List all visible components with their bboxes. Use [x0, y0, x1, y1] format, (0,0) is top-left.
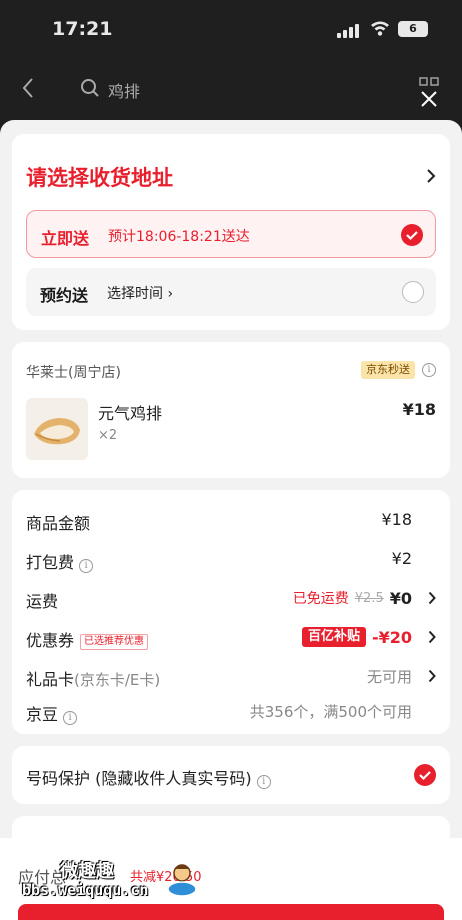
- choose-time-link[interactable]: 选择时间 ›: [107, 283, 173, 303]
- beans-label: 京豆: [26, 705, 59, 724]
- clock: 17:21: [52, 18, 113, 40]
- giftcard-value: 无可用: [366, 668, 412, 686]
- chevron-right-icon[interactable]: [428, 669, 436, 683]
- watermark-text: 微趣趣: [60, 861, 114, 882]
- status-bar: 17:21 6: [0, 0, 462, 60]
- delivery-badge: 京东秒送: [361, 361, 415, 379]
- packing-label: 打包费: [26, 553, 75, 572]
- coupon-row[interactable]: 优惠券 已选推荐优惠 百亿补贴 -¥20: [26, 625, 436, 650]
- instant-eta: 预计18:06-18:21送达: [108, 229, 250, 245]
- fee-card: 商品金额 ¥18 打包费 i ¥2 运费 已免运费 ¥2.5 ¥0 优惠券 已选推…: [12, 490, 450, 734]
- signal-icon: [337, 24, 359, 38]
- subsidy-badge: 百亿补贴: [301, 627, 366, 647]
- original-shipping: ¥2.5: [354, 590, 384, 606]
- wifi-icon: [371, 21, 389, 36]
- goods-label: 商品金额: [26, 514, 91, 533]
- shop-name: 华莱士(周宁店): [26, 365, 121, 381]
- coupon-value: -¥20: [371, 627, 412, 647]
- back-icon: [22, 78, 33, 98]
- shop-card: 华莱士(周宁店) 京东秒送 i 元气鸡排 ×2 ¥18: [12, 342, 450, 478]
- giftcard-label: 礼品卡: [26, 670, 75, 689]
- checkout-sheet: 请选择收货地址 立即送 预计18:06-18:21送达 预约送 选择时间 › 华…: [0, 120, 462, 920]
- chevron-right-icon[interactable]: [426, 168, 436, 184]
- info-icon[interactable]: i: [256, 775, 271, 789]
- giftcard-row[interactable]: 礼品卡(京东卡/E卡) 无可用: [26, 664, 436, 689]
- shipping-value: ¥0: [389, 588, 412, 608]
- privacy-card: 号码保护 (隐藏收件人真实号码) i: [12, 746, 450, 804]
- beans-value: 共356个，满500个可用: [249, 703, 412, 721]
- checked-icon[interactable]: [401, 224, 423, 246]
- search-query: 鸡排: [108, 82, 141, 101]
- privacy-label: 号码保护 (隐藏收件人真实号码): [26, 769, 252, 788]
- scheduled-delivery-option[interactable]: 预约送 选择时间 ›: [26, 268, 436, 316]
- instant-label: 立即送: [41, 229, 90, 248]
- info-icon[interactable]: i: [63, 711, 78, 725]
- chevron-right-icon[interactable]: [428, 591, 436, 605]
- background-search-bar: 鸡排: [0, 62, 462, 112]
- watermark-url: bbs.weiququ.cn: [22, 881, 149, 899]
- product-name: 元气鸡排: [98, 404, 163, 423]
- shipping-label: 运费: [26, 592, 59, 611]
- unchecked-icon[interactable]: [402, 281, 424, 303]
- packing-value: ¥2: [391, 549, 412, 568]
- recommended-tag: 已选推荐优惠: [80, 634, 149, 650]
- select-address-button[interactable]: 请选择收货地址: [26, 162, 173, 192]
- close-icon[interactable]: [418, 88, 440, 110]
- info-icon[interactable]: i: [422, 363, 436, 377]
- search-icon: [81, 79, 99, 97]
- product-price: ¥18: [402, 400, 436, 419]
- packing-fee-row: 打包费 i ¥2: [26, 547, 436, 573]
- pay-button[interactable]: [18, 904, 444, 920]
- product-image: [26, 398, 88, 460]
- scheduled-label: 预约送: [40, 286, 89, 305]
- info-icon[interactable]: i: [79, 559, 94, 573]
- goods-value: ¥18: [381, 510, 412, 529]
- jd-beans-row: 京豆 i 共356个，满500个可用: [26, 699, 436, 725]
- giftcard-sub: (京东卡/E卡): [74, 671, 161, 689]
- address-card: 请选择收货地址 立即送 预计18:06-18:21送达 预约送 选择时间 ›: [12, 134, 450, 330]
- goods-amount-row: 商品金额 ¥18: [26, 508, 436, 533]
- shipping-row[interactable]: 运费 已免运费 ¥2.5 ¥0: [26, 586, 436, 611]
- privacy-toggle-checked-icon[interactable]: [414, 764, 436, 786]
- coupon-label: 优惠券: [26, 631, 75, 650]
- mascot-icon: [167, 864, 197, 897]
- battery-icon: 6: [398, 21, 428, 37]
- free-shipping-tag: 已免运费: [292, 591, 349, 607]
- instant-delivery-option[interactable]: 立即送 预计18:06-18:21送达: [26, 210, 436, 258]
- product-quantity: ×2: [98, 428, 118, 443]
- chevron-right-icon[interactable]: [428, 630, 436, 644]
